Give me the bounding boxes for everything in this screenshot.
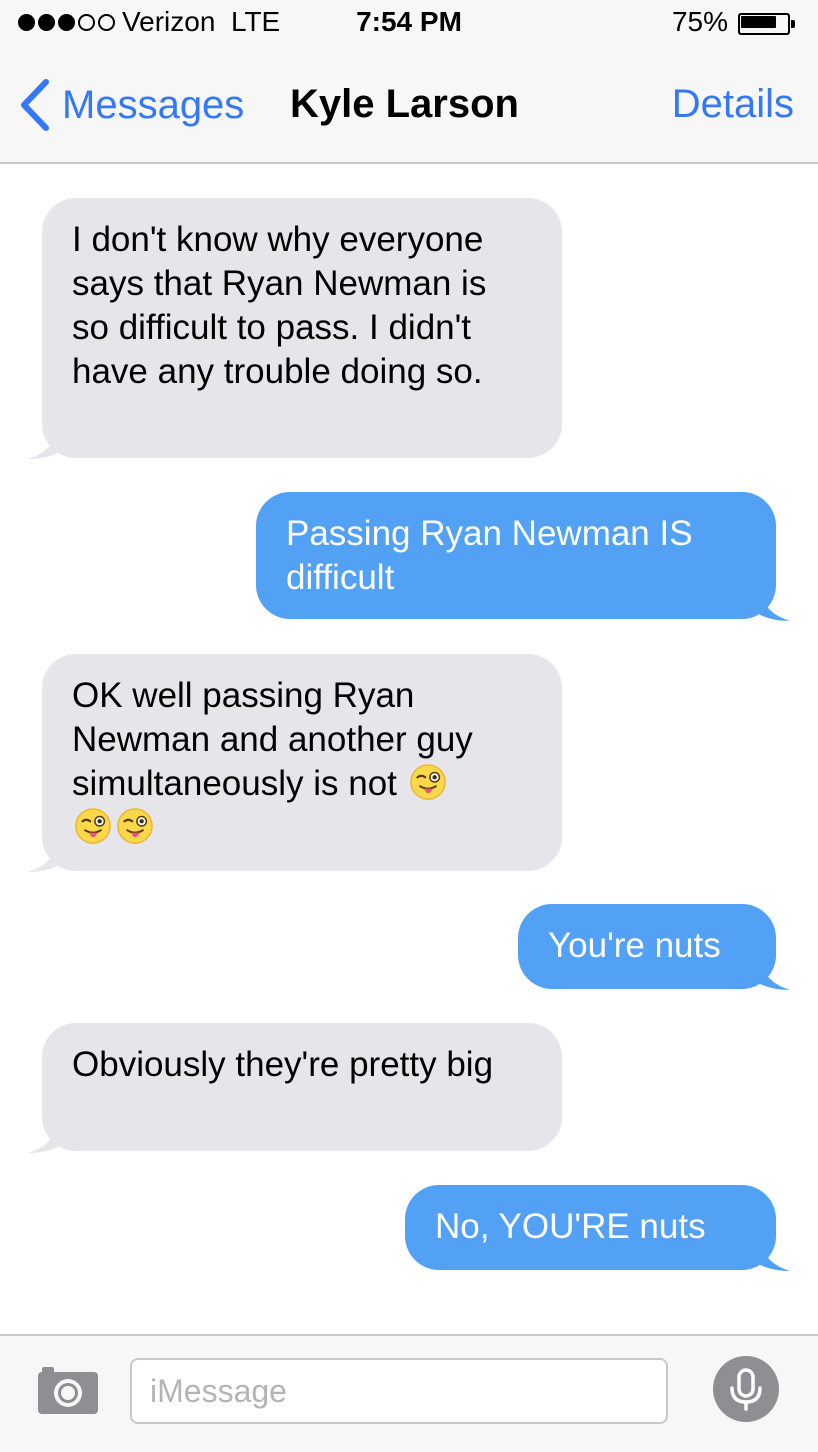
message-bubble-outgoing[interactable]: Passing Ryan Newman IS difficult [256, 492, 776, 619]
chevron-left-icon [21, 79, 49, 131]
microphone-icon [730, 1368, 762, 1411]
back-button[interactable]: Messages [18, 78, 244, 132]
message-bubble-outgoing[interactable]: You're nuts [518, 904, 776, 989]
battery-tip [791, 20, 795, 28]
compose-bar [0, 1334, 818, 1452]
battery-fill [741, 16, 776, 28]
message-text: No, YOU'RE nuts [435, 1207, 706, 1246]
message-text: You're nuts [548, 926, 721, 965]
message-bubble-incoming[interactable]: I don't know why everyone says that Ryan… [42, 198, 562, 458]
message-bubble-incoming[interactable]: Obviously they're pretty big [42, 1023, 562, 1151]
message-text: Passing Ryan Newman IS difficult [286, 514, 693, 597]
navigation-bar: Messages Kyle Larson Details [0, 62, 818, 148]
message-text: I don't know why everyone says that Ryan… [72, 220, 487, 391]
message-text: Obviously they're pretty big [72, 1045, 494, 1084]
message-bubble-incoming[interactable]: OK well passing Ryan Newman and another … [42, 654, 562, 871]
message-input[interactable] [130, 1358, 668, 1424]
camera-icon[interactable] [36, 1364, 100, 1416]
battery-percentage: 75% [671, 6, 728, 37]
winking-face-with-tongue-icon [117, 808, 153, 844]
page-title: Kyle Larson [290, 82, 519, 126]
winking-face-with-tongue-icon [75, 808, 111, 844]
back-button-label: Messages [62, 83, 245, 127]
status-bar: Verizon LTE 7:54 PM 75% [0, 0, 818, 50]
top-bar: Verizon LTE 7:54 PM 75% Messages Kyle La… [0, 0, 818, 164]
message-bubble-outgoing[interactable]: No, YOU'RE nuts [405, 1185, 776, 1270]
microphone-button[interactable] [713, 1356, 779, 1422]
details-button[interactable]: Details [672, 80, 794, 128]
battery-icon [738, 13, 796, 35]
winking-face-with-tongue-icon [409, 764, 446, 800]
